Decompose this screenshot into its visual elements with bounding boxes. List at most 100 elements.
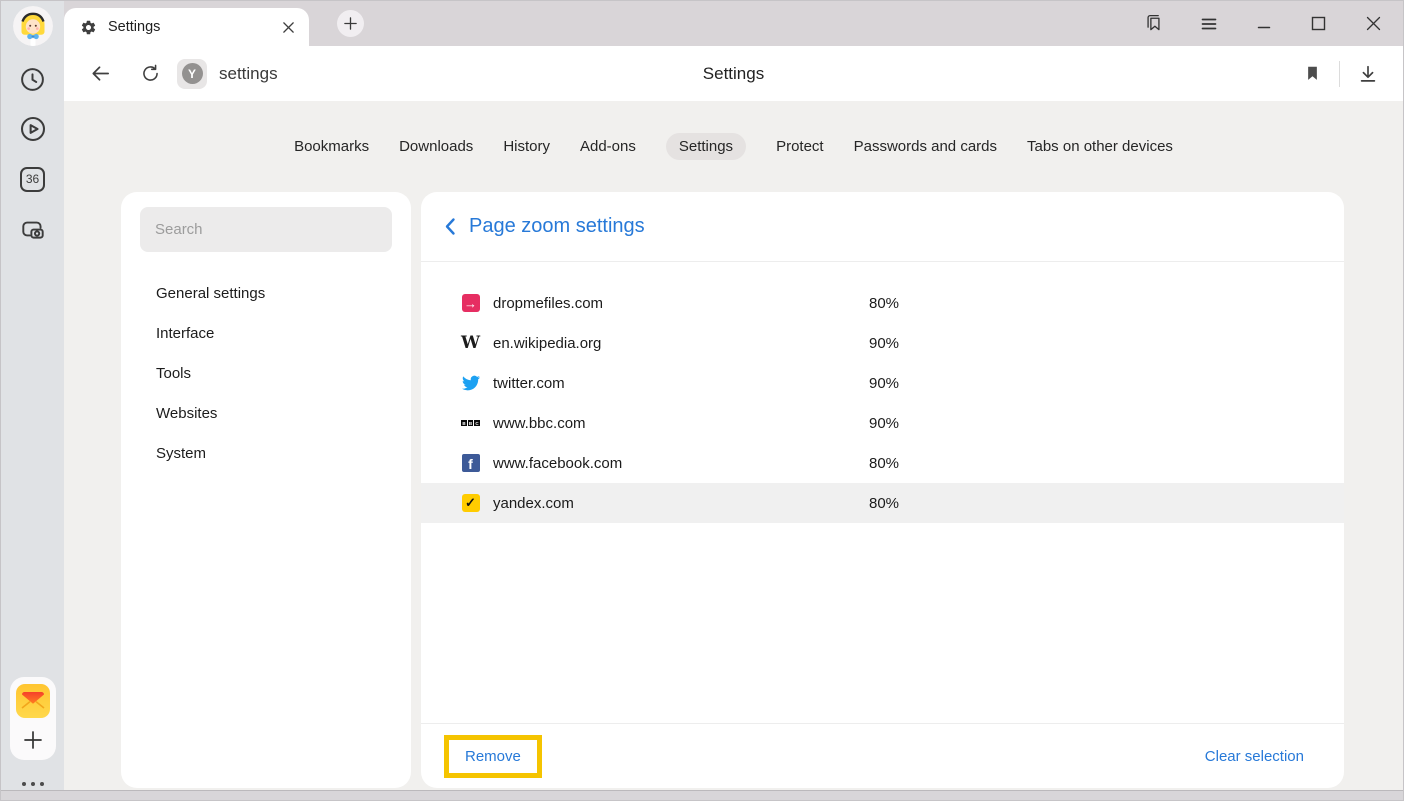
sidebar-item-general-settings[interactable]: General settings	[140, 274, 392, 314]
close-window-button[interactable]	[1346, 1, 1401, 46]
zoom-panel-footer: Remove Clear selection	[421, 723, 1344, 788]
tab-protect[interactable]: Protect	[776, 133, 824, 160]
address-bar[interactable]: Y settings	[177, 59, 278, 89]
main-column: Settings	[64, 1, 1403, 800]
site-favicon-badge: Y	[177, 59, 207, 89]
new-tab-button[interactable]	[337, 10, 364, 37]
site-name: www.bbc.com	[493, 415, 869, 432]
menu-button[interactable]	[1181, 1, 1236, 46]
tab-other-devices[interactable]: Tabs on other devices	[1027, 133, 1173, 160]
settings-nav-list: General settings Interface Tools Website…	[140, 274, 392, 474]
chevron-left-icon	[444, 217, 456, 236]
site-row-twitter[interactable]: twitter.com 90%	[421, 363, 1344, 403]
tab-strip: Settings	[64, 1, 1403, 46]
site-zoom-value: 80%	[869, 455, 899, 472]
site-row-dropmefiles[interactable]: → dropmefiles.com 80%	[421, 283, 1344, 323]
maximize-icon	[1311, 16, 1326, 31]
url-text: settings	[219, 64, 278, 84]
back-arrow-icon	[89, 62, 112, 85]
close-tab-icon[interactable]	[279, 18, 297, 36]
page-zoom-header[interactable]: Page zoom settings	[421, 192, 1344, 262]
site-zoom-value: 90%	[869, 335, 899, 352]
temperature-badge: 36	[20, 167, 45, 192]
sidebar-item-tools[interactable]: Tools	[140, 354, 392, 394]
site-name: twitter.com	[493, 375, 869, 392]
tab-passwords[interactable]: Passwords and cards	[854, 133, 997, 160]
site-row-facebook[interactable]: f www.facebook.com 80%	[421, 443, 1344, 483]
sidebar-more-button[interactable]	[22, 782, 44, 786]
bookmark-button[interactable]	[1303, 64, 1322, 83]
browser-window: 36	[0, 0, 1404, 801]
page-zoom-panel: Page zoom settings → dropmefiles.com 80%	[421, 192, 1344, 788]
site-zoom-value: 80%	[869, 495, 899, 512]
app-sidebar: 36	[1, 1, 64, 800]
history-button[interactable]	[16, 62, 50, 96]
mail-icon	[16, 684, 50, 718]
site-row-bbc[interactable]: BBC www.bbc.com 90%	[421, 403, 1344, 443]
sidebar-item-interface[interactable]: Interface	[140, 314, 392, 354]
media-button[interactable]	[16, 112, 50, 146]
sidebar-item-websites[interactable]: Websites	[140, 394, 392, 434]
remove-button[interactable]: Remove	[444, 735, 542, 778]
site-name: www.facebook.com	[493, 455, 869, 472]
tab-addons[interactable]: Add-ons	[580, 133, 636, 160]
site-name: yandex.com	[493, 495, 869, 512]
screenshot-camera-icon	[19, 215, 47, 243]
page-title: Page zoom settings	[469, 215, 645, 238]
download-icon	[1357, 63, 1379, 85]
sidebar-dock	[10, 677, 56, 760]
downloads-button[interactable]	[1357, 63, 1379, 85]
site-name: dropmefiles.com	[493, 295, 869, 312]
dropmefiles-favicon-icon: →	[461, 294, 480, 313]
reload-icon	[140, 63, 161, 84]
minimize-icon	[1257, 17, 1271, 31]
window-controls	[1126, 1, 1403, 46]
yandex-mail-button[interactable]	[16, 684, 50, 718]
search-input[interactable]	[140, 207, 392, 252]
tab-settings[interactable]: Settings	[666, 133, 746, 160]
site-row-yandex[interactable]: ✓ yandex.com 80%	[421, 483, 1344, 523]
reload-button[interactable]	[140, 63, 161, 84]
yandex-favicon-icon: Y	[182, 63, 203, 84]
site-row-wikipedia[interactable]: W en.wikipedia.org 90%	[421, 323, 1344, 363]
hamburger-menu-icon	[1200, 15, 1218, 33]
maximize-button[interactable]	[1291, 1, 1346, 46]
profile-avatar[interactable]	[13, 6, 53, 46]
browser-tab-settings[interactable]: Settings	[64, 8, 309, 46]
clear-selection-link[interactable]: Clear selection	[1205, 748, 1304, 765]
tab-title: Settings	[108, 19, 279, 35]
wikipedia-favicon-icon: W	[461, 334, 480, 353]
tab-panel-icon	[1143, 13, 1164, 34]
tab-downloads[interactable]: Downloads	[399, 133, 473, 160]
toolbar-page-title: Settings	[703, 64, 764, 84]
minimize-button[interactable]	[1236, 1, 1291, 46]
toolbar-separator	[1339, 61, 1340, 87]
browser-section-tabs: Bookmarks Downloads History Add-ons Sett…	[64, 132, 1403, 160]
facebook-favicon-icon: f	[461, 454, 480, 473]
site-zoom-value: 90%	[869, 375, 899, 392]
tab-panel-button[interactable]	[1126, 1, 1181, 46]
settings-nav-panel: General settings Interface Tools Website…	[121, 192, 411, 788]
twitter-favicon-icon	[461, 374, 480, 393]
site-zoom-value: 80%	[869, 295, 899, 312]
selected-checkbox-icon[interactable]: ✓	[461, 494, 480, 513]
close-icon	[1366, 16, 1381, 31]
window-bottom-frame	[1, 790, 1403, 800]
settings-panels: General settings Interface Tools Website…	[121, 192, 1344, 788]
weather-widget[interactable]: 36	[16, 162, 50, 196]
plus-icon	[343, 16, 358, 31]
tab-history[interactable]: History	[503, 133, 550, 160]
bookmark-icon	[1303, 64, 1322, 83]
settings-page: Bookmarks Downloads History Add-ons Sett…	[64, 101, 1403, 800]
plus-icon	[21, 728, 45, 752]
sidebar-item-system[interactable]: System	[140, 434, 392, 474]
site-name: en.wikipedia.org	[493, 335, 869, 352]
zoom-site-list: → dropmefiles.com 80% W en.wikipedia.org…	[421, 262, 1344, 523]
bbc-favicon-icon: BBC	[461, 414, 480, 433]
add-shortcut-button[interactable]	[21, 728, 45, 752]
play-icon	[19, 115, 47, 143]
screenshot-button[interactable]	[16, 212, 50, 246]
back-button[interactable]	[89, 62, 112, 85]
tab-bookmarks[interactable]: Bookmarks	[294, 133, 369, 160]
toolbar-right-group	[1303, 61, 1403, 87]
